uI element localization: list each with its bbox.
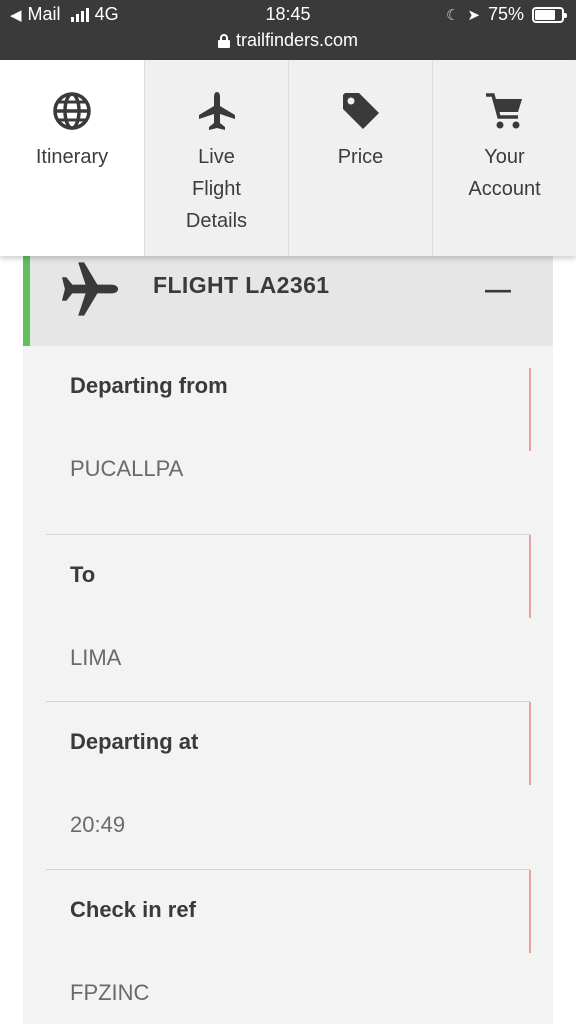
moon-icon: ☾ [445,6,460,24]
row-marker [529,535,531,618]
row-marker [529,368,531,451]
lock-icon [217,33,230,48]
collapse-icon[interactable]: — [485,274,511,305]
row-value: LIMA [70,645,122,670]
tab-label: Live Flight Details [185,146,248,232]
row-value: PUCALLPA [70,456,184,481]
row-value: 20:49 [70,812,126,837]
flight-title: FLIGHT LA2361 [153,272,330,298]
detail-row-check-in-ref: Check in ref FPZINC [46,869,531,1024]
main-nav: Itinerary Live Flight Details Price Your… [0,60,576,256]
row-label: Check in ref [70,897,196,922]
row-marker [529,702,531,785]
tab-itinerary[interactable]: Itinerary [0,60,144,256]
row-label: To [70,562,96,587]
globe-icon [0,84,144,138]
tab-live-flight-details[interactable]: Live Flight Details [144,60,288,256]
address-bar[interactable]: trailfinders.com [0,30,576,51]
row-label: Departing from [70,373,228,398]
airplane-icon [145,84,288,138]
tab-label: Price [337,146,384,168]
flight-header[interactable]: FLIGHT LA2361 — [23,256,553,346]
tab-label: Itinerary [35,146,109,168]
tab-label: Your Account [468,146,541,200]
detail-row-departing-from: Departing from PUCALLPA [46,346,531,512]
row-marker [529,870,531,953]
price-tag-icon [289,84,432,138]
status-right: ☾ ➤ 75% [445,4,567,25]
row-label: Departing at [70,729,199,754]
url-text[interactable]: trailfinders.com [236,30,358,51]
flight-panel: FLIGHT LA2361 — Departing from PUCALLPA … [23,256,553,1024]
status-bar: ◀ Mail 4G 18:45 ☾ ➤ 75% trailfinders.com [0,0,576,60]
battery-percent: 75% [487,4,524,24]
detail-row-to: To LIMA [46,534,531,700]
cart-icon [433,84,576,138]
detail-row-departing-at: Departing at 20:49 [46,701,531,867]
tab-your-account[interactable]: Your Account [432,60,576,256]
tab-price[interactable]: Price [288,60,432,256]
airplane-icon [60,258,120,325]
battery-icon [532,6,567,23]
row-value: FPZINC [70,980,150,1005]
location-arrow-icon: ➤ [467,6,480,24]
